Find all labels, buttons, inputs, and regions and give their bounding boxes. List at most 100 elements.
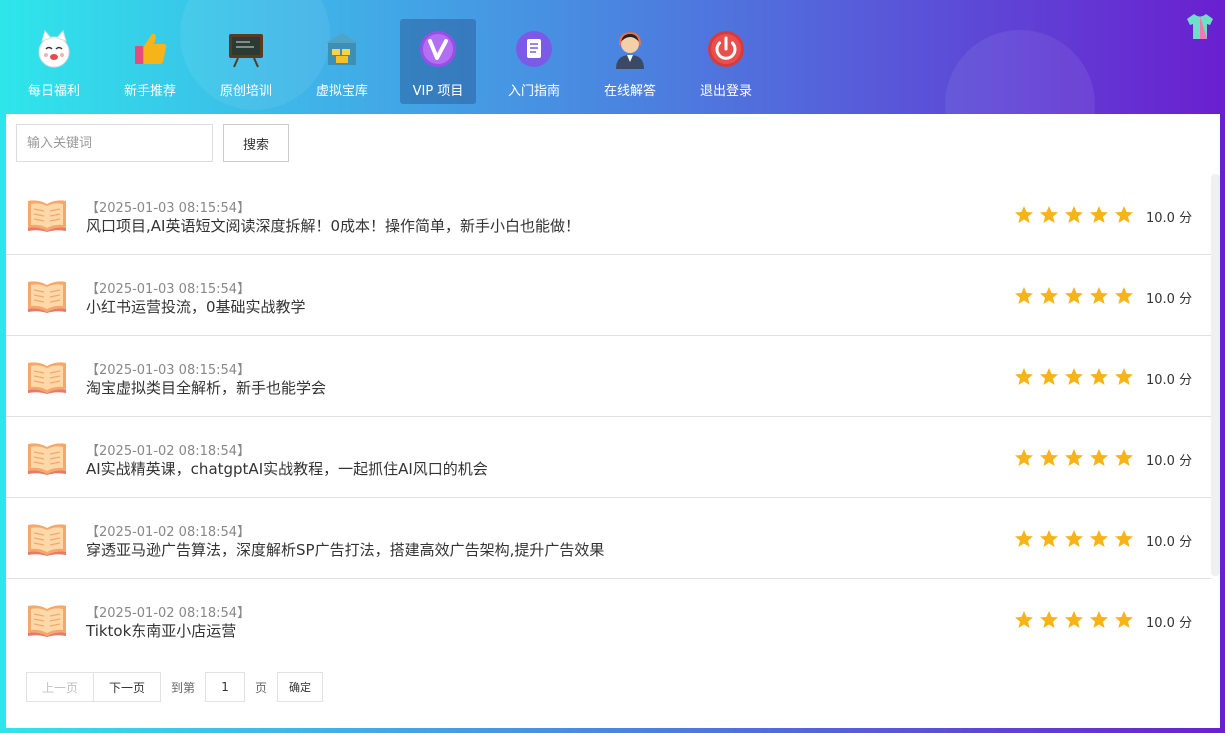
next-page-button[interactable]: 下一页 [94, 672, 161, 702]
document-icon [514, 29, 554, 69]
star-rating [1014, 610, 1134, 630]
star-icon [1115, 611, 1133, 628]
list-item[interactable]: 【2025-01-03 08:15:54】 小红书运营投流，0基础实战教学 10… [6, 255, 1211, 336]
vip-icon [418, 29, 458, 69]
star-icon [1040, 449, 1058, 466]
item-score: 10.0 分 [1146, 292, 1193, 307]
nav-item-daily-welfare[interactable]: 每日福利 [16, 19, 92, 104]
scrollbar[interactable] [1211, 174, 1220, 576]
search-input[interactable] [16, 124, 213, 162]
nav-item-vip-project[interactable]: VIP 项目 [400, 19, 476, 104]
star-icon [1040, 287, 1058, 304]
star-icon [1040, 611, 1058, 628]
item-title[interactable]: AI实战精英课，chatgptAI实战教程，一起抓住AI风口的机会 [86, 458, 488, 479]
course-list: 【2025-01-03 08:15:54】 风口项目,AI英语短文阅读深度拆解！… [6, 174, 1211, 660]
nav-label: 在线解答 [603, 84, 656, 99]
nav-label: 原创培训 [219, 84, 272, 99]
nav-label: VIP 项目 [412, 84, 464, 99]
book-icon [26, 603, 68, 637]
book-icon [26, 441, 68, 475]
confirm-page-button[interactable]: 确定 [277, 672, 324, 702]
nav-item-logout[interactable]: 退出登录 [688, 19, 764, 104]
star-icon [1065, 287, 1083, 304]
search-button[interactable]: 搜索 [223, 124, 289, 162]
item-title[interactable]: 小红书运营投流，0基础实战教学 [86, 296, 306, 317]
star-rating [1014, 205, 1134, 225]
nav-label: 每日福利 [27, 84, 80, 99]
item-score: 10.0 分 [1146, 616, 1193, 631]
star-icon [1115, 287, 1133, 304]
nav-item-online-answers[interactable]: 在线解答 [592, 19, 668, 104]
item-date: 【2025-01-03 08:15:54】 [86, 363, 251, 378]
list-item[interactable]: 【2025-01-03 08:15:54】 淘宝虚拟类目全解析，新手也能学会 1… [6, 336, 1211, 417]
item-date: 【2025-01-02 08:18:54】 [86, 525, 251, 540]
star-icon [1015, 530, 1033, 547]
nav-item-newbie-recommend[interactable]: 新手推荐 [112, 19, 188, 104]
power-icon [706, 29, 746, 69]
list-item[interactable]: 【2025-01-02 08:18:54】 Tiktok东南亚小店运营 10.0… [6, 579, 1211, 660]
page-number-input[interactable] [205, 672, 246, 702]
star-icon [1115, 530, 1133, 547]
star-icon [1090, 206, 1108, 223]
star-rating [1014, 529, 1134, 549]
item-date: 【2025-01-03 08:15:54】 [86, 201, 251, 216]
thumbs-up-icon [130, 29, 170, 69]
book-icon [26, 279, 68, 313]
star-icon [1040, 530, 1058, 547]
page-suffix: 页 [255, 680, 268, 695]
star-icon [1040, 368, 1058, 385]
treasure-vault-icon [322, 29, 362, 69]
star-icon [1065, 611, 1083, 628]
star-icon [1090, 611, 1108, 628]
star-icon [1065, 449, 1083, 466]
nav-item-original-training[interactable]: 原创培训 [208, 19, 284, 104]
list-item[interactable]: 【2025-01-02 08:18:54】 AI实战精英课，chatgptAI实… [6, 417, 1211, 498]
item-title[interactable]: 风口项目,AI英语短文阅读深度拆解！0成本！操作简单，新手小白也能做！ [86, 215, 580, 236]
item-title[interactable]: Tiktok东南亚小店运营 [86, 620, 236, 641]
star-icon [1065, 368, 1083, 385]
nav-label: 虚拟宝库 [315, 84, 368, 99]
star-icon [1015, 368, 1033, 385]
prev-page-button[interactable]: 上一页 [26, 672, 94, 702]
list-item[interactable]: 【2025-01-02 08:18:54】 穿透亚马逊广告算法，深度解析SP广告… [6, 498, 1211, 579]
item-score: 10.0 分 [1146, 373, 1193, 388]
item-title[interactable]: 淘宝虚拟类目全解析，新手也能学会 [86, 377, 326, 398]
star-icon [1090, 449, 1108, 466]
blackboard-icon [226, 29, 266, 69]
item-date: 【2025-01-02 08:18:54】 [86, 444, 251, 459]
top-nav: 每日福利 新手推荐 原创培训 虚拟宝库 VIP 项目 入门指南 在线解答 退出登… [0, 0, 1225, 114]
star-icon [1015, 206, 1033, 223]
star-icon [1115, 368, 1133, 385]
nav-label: 新手推荐 [123, 84, 176, 99]
book-icon [26, 522, 68, 556]
star-icon [1065, 206, 1083, 223]
star-icon [1090, 530, 1108, 547]
star-icon [1015, 287, 1033, 304]
star-icon [1040, 206, 1058, 223]
nav-label: 入门指南 [507, 84, 560, 99]
item-score: 10.0 分 [1146, 211, 1193, 226]
star-icon [1015, 611, 1033, 628]
lucky-cat-icon [34, 29, 74, 69]
star-icon [1115, 206, 1133, 223]
support-agent-icon [610, 29, 650, 69]
book-icon [26, 360, 68, 394]
star-icon [1090, 368, 1108, 385]
content-panel: 搜索 【2025-01-03 08:15:54】 风口项目,AI英语短文阅读深度… [6, 114, 1220, 728]
star-rating [1014, 367, 1134, 387]
star-rating [1014, 448, 1134, 468]
tshirt-icon[interactable] [1185, 12, 1215, 40]
star-icon [1115, 449, 1133, 466]
star-icon [1090, 287, 1108, 304]
nav-label: 退出登录 [699, 84, 752, 99]
nav-item-getting-started[interactable]: 入门指南 [496, 19, 572, 104]
book-icon [26, 198, 68, 232]
star-rating [1014, 286, 1134, 306]
pagination: 上一页 下一页 到第 页 确定 [26, 672, 324, 702]
item-title[interactable]: 穿透亚马逊广告算法，深度解析SP广告打法，搭建高效广告架构,提升广告效果 [86, 539, 604, 560]
goto-label: 到第 [171, 680, 196, 695]
list-item[interactable]: 【2025-01-03 08:15:54】 风口项目,AI英语短文阅读深度拆解！… [6, 174, 1211, 255]
star-icon [1015, 449, 1033, 466]
item-date: 【2025-01-02 08:18:54】 [86, 606, 251, 621]
nav-item-virtual-vault[interactable]: 虚拟宝库 [304, 19, 380, 104]
